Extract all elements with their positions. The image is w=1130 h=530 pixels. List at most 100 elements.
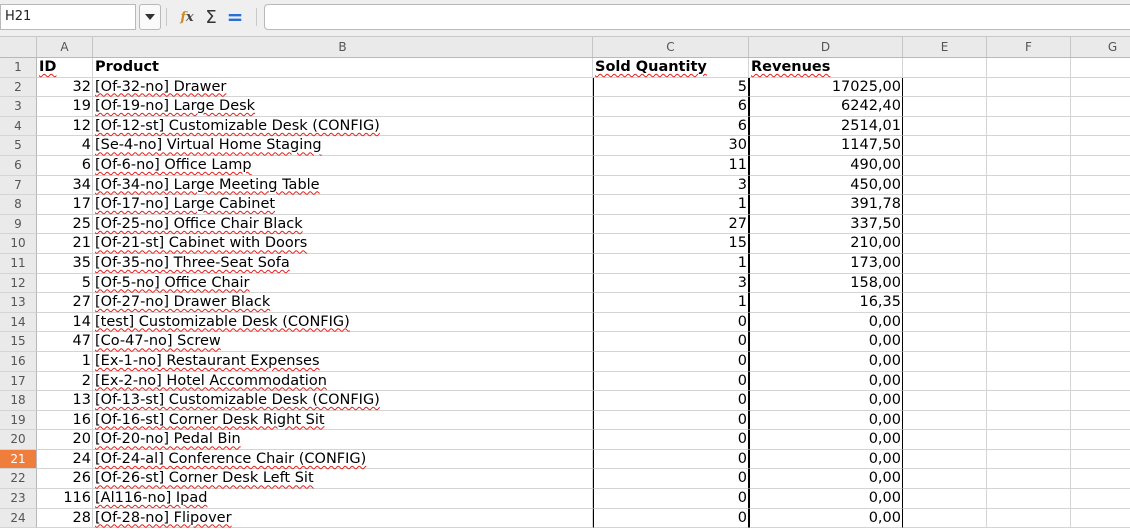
- sold-quantity-cell[interactable]: 0: [593, 371, 749, 392]
- function-wizard-button[interactable]: fx: [176, 5, 198, 29]
- empty-cell[interactable]: [987, 371, 1071, 392]
- empty-cell[interactable]: [987, 58, 1071, 78]
- empty-cell[interactable]: [903, 175, 987, 196]
- sold-quantity-cell[interactable]: 15: [593, 234, 749, 254]
- empty-cell[interactable]: [903, 430, 987, 450]
- id-cell[interactable]: 13: [37, 391, 93, 411]
- empty-cell[interactable]: [1071, 293, 1130, 313]
- product-cell[interactable]: [Of-21-st] Cabinet with Doors: [93, 234, 593, 254]
- id-cell[interactable]: 47: [37, 332, 93, 352]
- product-cell[interactable]: [Of-25-no] Office Chair Black: [93, 214, 593, 235]
- revenues-cell[interactable]: 0,00: [749, 391, 903, 411]
- id-cell[interactable]: 6: [37, 155, 93, 176]
- row-header[interactable]: 6: [0, 155, 37, 176]
- empty-cell[interactable]: [903, 449, 987, 470]
- empty-cell[interactable]: [1071, 489, 1130, 509]
- empty-cell[interactable]: [903, 489, 987, 509]
- sold-quantity-cell[interactable]: 0: [593, 312, 749, 333]
- row-header[interactable]: 19: [0, 410, 37, 431]
- row-header[interactable]: 3: [0, 97, 37, 117]
- empty-cell[interactable]: [903, 312, 987, 333]
- sold-quantity-cell[interactable]: 1: [593, 195, 749, 215]
- sold-quantity-cell[interactable]: 27: [593, 214, 749, 235]
- empty-cell[interactable]: [987, 136, 1071, 156]
- row-header[interactable]: 12: [0, 273, 37, 294]
- product-cell[interactable]: [Of-34-no] Large Meeting Table: [93, 175, 593, 196]
- empty-cell[interactable]: [987, 234, 1071, 254]
- empty-cell[interactable]: [1071, 352, 1130, 372]
- sold-quantity-cell[interactable]: 0: [593, 430, 749, 450]
- empty-cell[interactable]: [903, 214, 987, 235]
- product-cell[interactable]: [Of-16-st] Corner Desk Right Sit: [93, 410, 593, 431]
- name-box-dropdown-button[interactable]: [139, 4, 161, 30]
- sold-quantity-cell[interactable]: 0: [593, 351, 749, 372]
- row-header[interactable]: 18: [0, 391, 37, 411]
- sold-quantity-cell[interactable]: 0: [593, 391, 749, 411]
- revenues-cell[interactable]: 0,00: [749, 312, 903, 333]
- row-header[interactable]: 13: [0, 293, 37, 313]
- row-header[interactable]: 9: [0, 214, 37, 235]
- id-cell[interactable]: 26: [37, 469, 93, 490]
- id-cell[interactable]: 4: [37, 136, 93, 156]
- empty-cell[interactable]: [1071, 391, 1130, 411]
- empty-cell[interactable]: [987, 273, 1071, 294]
- revenues-cell[interactable]: 490,00: [749, 155, 903, 176]
- product-cell[interactable]: [Of-17-no] Large Cabinet: [93, 195, 593, 215]
- empty-cell[interactable]: [1071, 215, 1130, 235]
- revenues-cell[interactable]: 6242,40: [749, 97, 903, 117]
- column-header-a[interactable]: A: [37, 37, 93, 57]
- product-cell[interactable]: [Ex-1-no] Restaurant Expenses: [93, 351, 593, 372]
- empty-cell[interactable]: [903, 77, 987, 98]
- formula-input[interactable]: [264, 4, 1130, 30]
- empty-cell[interactable]: [1071, 58, 1130, 78]
- empty-cell[interactable]: [1071, 313, 1130, 333]
- revenues-cell[interactable]: 0,00: [749, 371, 903, 392]
- revenues-cell[interactable]: 0,00: [749, 469, 903, 490]
- empty-cell[interactable]: [1071, 469, 1130, 490]
- revenues-cell[interactable]: 0,00: [749, 332, 903, 352]
- select-all-corner[interactable]: [0, 37, 37, 57]
- row-header[interactable]: 23: [0, 489, 37, 509]
- row-header[interactable]: 17: [0, 371, 37, 392]
- product-cell[interactable]: [Of-20-no] Pedal Bin: [93, 430, 593, 450]
- revenues-cell[interactable]: 337,50: [749, 214, 903, 235]
- revenues-cell[interactable]: 210,00: [749, 234, 903, 254]
- revenues-cell[interactable]: 0,00: [749, 351, 903, 372]
- empty-cell[interactable]: [987, 77, 1071, 98]
- row-header[interactable]: 22: [0, 469, 37, 490]
- empty-cell[interactable]: [987, 155, 1071, 176]
- sold-quantity-cell[interactable]: 3: [593, 273, 749, 294]
- empty-cell[interactable]: [1071, 411, 1130, 431]
- column-header-f[interactable]: F: [987, 37, 1071, 57]
- revenues-cell[interactable]: 0,00: [749, 430, 903, 450]
- empty-cell[interactable]: [987, 469, 1071, 490]
- id-cell[interactable]: 5: [37, 273, 93, 294]
- empty-cell[interactable]: [987, 195, 1071, 215]
- row-header[interactable]: 2: [0, 77, 37, 98]
- empty-cell[interactable]: [987, 253, 1071, 274]
- sold-quantity-cell[interactable]: 0: [593, 469, 749, 490]
- id-cell[interactable]: 20: [37, 430, 93, 450]
- id-cell[interactable]: 2: [37, 371, 93, 392]
- header-cell-product[interactable]: Product: [93, 58, 593, 78]
- empty-cell[interactable]: [1071, 136, 1130, 156]
- row-header[interactable]: 14: [0, 312, 37, 333]
- revenues-cell[interactable]: 0,00: [749, 410, 903, 431]
- id-cell[interactable]: 25: [37, 214, 93, 235]
- product-cell[interactable]: [Of-5-no] Office Chair: [93, 273, 593, 294]
- empty-cell[interactable]: [987, 116, 1071, 137]
- id-cell[interactable]: 116: [37, 489, 93, 509]
- product-cell[interactable]: [Of-24-al] Conference Chair (CONFIG): [93, 449, 593, 470]
- column-header-d[interactable]: D: [749, 37, 903, 57]
- product-cell[interactable]: [Of-35-no] Three-Seat Sofa: [93, 253, 593, 274]
- empty-cell[interactable]: [987, 312, 1071, 333]
- product-cell[interactable]: [Ex-2-no] Hotel Accommodation: [93, 371, 593, 392]
- sold-quantity-cell[interactable]: 0: [593, 332, 749, 352]
- empty-cell[interactable]: [1071, 117, 1130, 137]
- revenues-cell[interactable]: 0,00: [749, 489, 903, 509]
- product-cell[interactable]: [Of-12-st] Customizable Desk (CONFIG): [93, 116, 593, 137]
- empty-cell[interactable]: [903, 155, 987, 176]
- empty-cell[interactable]: [903, 273, 987, 294]
- id-cell[interactable]: 32: [37, 77, 93, 98]
- revenues-cell[interactable]: 1147,50: [749, 136, 903, 156]
